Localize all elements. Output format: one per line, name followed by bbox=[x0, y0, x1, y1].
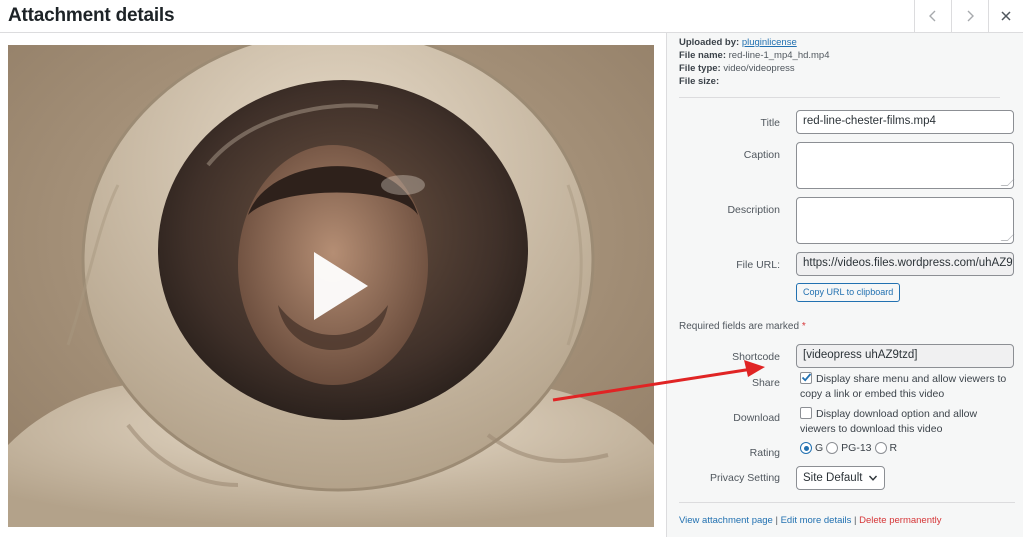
modal-header: Attachment details bbox=[0, 0, 1023, 33]
checkmark-icon bbox=[801, 373, 812, 382]
copy-url-button[interactable]: Copy URL to clipboard bbox=[796, 283, 901, 302]
divider bbox=[679, 97, 1000, 98]
file-details: Uploaded by: pluginlicense File name: re… bbox=[679, 36, 830, 88]
play-icon[interactable] bbox=[310, 250, 370, 322]
video-preview[interactable] bbox=[8, 45, 654, 527]
required-text: Required fields are marked bbox=[679, 321, 800, 332]
uploaded-by-label: Uploaded by: bbox=[679, 37, 740, 48]
file-name-row: File name: red-line-1_mp4_hd.mp4 bbox=[679, 49, 830, 62]
previous-button[interactable] bbox=[914, 0, 951, 32]
file-type-label: File type: bbox=[679, 63, 721, 74]
chevron-down-icon bbox=[869, 475, 878, 481]
chevron-left-icon bbox=[929, 10, 936, 22]
chevron-right-icon bbox=[967, 10, 974, 22]
delete-permanently-link[interactable]: Delete permanently bbox=[859, 515, 941, 526]
caption-label: Caption bbox=[743, 149, 780, 161]
file-type-row: File type: video/videopress bbox=[679, 62, 830, 75]
rating-pg13-radio[interactable] bbox=[826, 442, 839, 454]
next-button[interactable] bbox=[951, 0, 988, 32]
caption-textarea[interactable] bbox=[796, 142, 1014, 189]
attachment-settings-panel: Uploaded by: pluginlicense File name: re… bbox=[666, 33, 1023, 537]
link-separator: | bbox=[775, 515, 778, 526]
shortcode-input[interactable]: [videopress uhAZ9tzd] bbox=[796, 344, 1014, 368]
share-checkbox-row[interactable]: Display share menu and allow viewers to … bbox=[800, 372, 1015, 402]
rating-label: Rating bbox=[749, 447, 780, 459]
download-checkbox[interactable] bbox=[800, 407, 812, 419]
download-text: Display download option and allow viewer… bbox=[800, 408, 978, 435]
privacy-value: Site Default bbox=[803, 472, 863, 484]
modal-title: Attachment details bbox=[8, 5, 175, 26]
file-url-label: File URL: bbox=[736, 259, 780, 271]
privacy-select[interactable]: Site Default bbox=[796, 466, 886, 490]
shortcode-label: Shortcode bbox=[732, 351, 780, 363]
close-icon bbox=[1001, 11, 1011, 21]
close-button[interactable] bbox=[988, 0, 1023, 32]
uploaded-by-link[interactable]: pluginlicense bbox=[742, 37, 797, 48]
rating-g-label: G bbox=[815, 442, 824, 454]
file-name-label: File name: bbox=[679, 50, 726, 61]
view-attachment-link[interactable]: View attachment page bbox=[679, 515, 773, 526]
description-textarea[interactable] bbox=[796, 197, 1014, 244]
title-label: Title bbox=[760, 117, 780, 129]
privacy-label: Privacy Setting bbox=[709, 472, 780, 484]
file-name-value: red-line-1_mp4_hd.mp4 bbox=[728, 50, 830, 61]
link-separator: | bbox=[854, 515, 857, 526]
share-text: Display share menu and allow viewers to … bbox=[800, 373, 1007, 400]
file-size-row: File size: bbox=[679, 75, 830, 88]
file-size-label: File size: bbox=[679, 76, 720, 87]
required-fields-note: Required fields are marked * bbox=[679, 321, 806, 332]
rating-pg13-label: PG-13 bbox=[841, 442, 872, 454]
download-label: Download bbox=[733, 412, 780, 424]
attachment-actions: View attachment page | Edit more details… bbox=[679, 515, 942, 526]
uploaded-by-row: Uploaded by: pluginlicense bbox=[679, 36, 830, 49]
required-star: * bbox=[801, 321, 806, 332]
rating-r-radio[interactable] bbox=[874, 442, 887, 454]
rating-g-radio[interactable] bbox=[800, 442, 812, 454]
file-type-value: video/videopress bbox=[723, 63, 795, 74]
edit-details-link[interactable]: Edit more details bbox=[781, 515, 852, 526]
file-url-input[interactable]: https://videos.files.wordpress.com/uhAZ9… bbox=[796, 252, 1014, 276]
description-label: Description bbox=[727, 204, 780, 216]
rating-r-label: R bbox=[889, 442, 898, 454]
share-checkbox[interactable] bbox=[800, 372, 812, 384]
rating-radio-group: G PG-13 R bbox=[800, 442, 897, 454]
title-input[interactable]: red-line-chester-films.mp4 bbox=[796, 110, 1014, 134]
share-label: Share bbox=[751, 377, 780, 389]
download-checkbox-row[interactable]: Display download option and allow viewer… bbox=[800, 407, 1015, 437]
divider bbox=[679, 502, 1015, 503]
